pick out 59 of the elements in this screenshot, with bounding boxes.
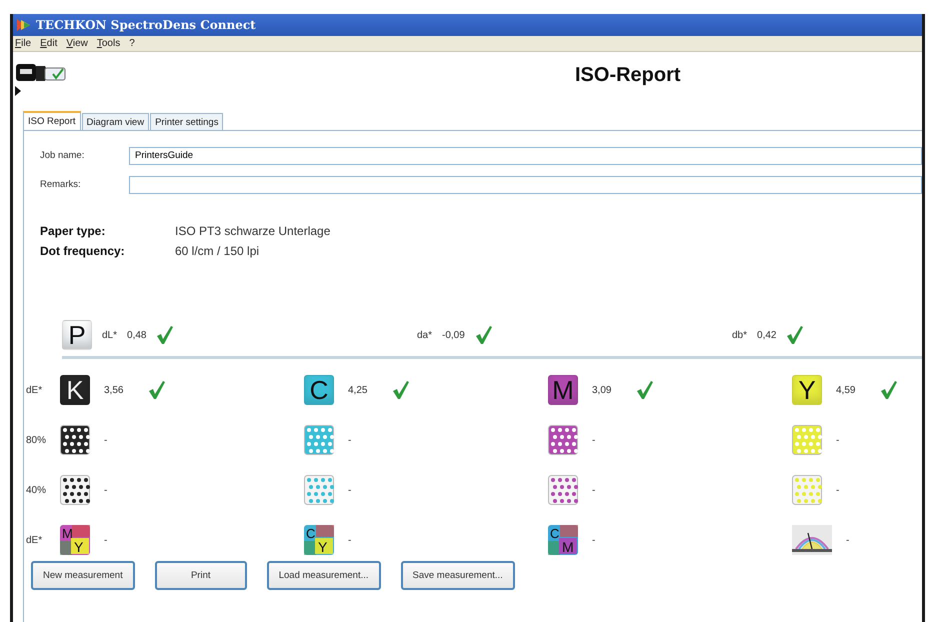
tab[interactable]: Diagram view: [82, 113, 150, 130]
measurement-value: -: [835, 484, 840, 496]
measurement-value: -: [835, 434, 840, 446]
action-button[interactable]: New measurement: [31, 561, 135, 590]
menu-item[interactable]: File: [15, 38, 32, 49]
measurement-value: -: [103, 484, 108, 496]
info-value: ISO PT3 schwarze Unterlage: [175, 224, 332, 238]
menu-item[interactable]: ?: [129, 38, 135, 49]
tab[interactable]: ISO Report: [23, 111, 81, 130]
ink-swatch: C: [304, 375, 334, 405]
measurement-value: -: [347, 434, 352, 446]
window-title: TECHKON SpectroDens Connect: [36, 18, 256, 32]
measurement-value: 3,56: [103, 384, 124, 396]
measurement-value: -: [347, 534, 352, 546]
field-label: Remarks:: [39, 179, 82, 190]
app-logo-icon: [17, 19, 31, 31]
gauge-icon: [792, 525, 832, 555]
overprint-swatch-icon: C Y: [304, 525, 334, 555]
info-label: Paper type:: [40, 224, 106, 238]
measurement-value: 3,09: [591, 384, 612, 396]
action-button[interactable]: Load measurement...: [266, 561, 381, 590]
measurement-label: dL*: [102, 330, 118, 340]
info-label: Dot frequency:: [40, 244, 126, 258]
ink-swatch: M: [548, 375, 578, 405]
field-label: Job name:: [39, 150, 86, 161]
measurement-value: 0,42: [757, 330, 776, 340]
measurement-value: -: [591, 484, 596, 496]
paper-swatch: P: [62, 320, 92, 350]
text-field[interactable]: PrintersGuide: [129, 146, 922, 164]
row-label: 80%: [25, 434, 48, 446]
measurement-value: -: [103, 534, 108, 546]
overprint-swatch-icon: C M: [548, 525, 578, 555]
expand-arrow-icon[interactable]: [15, 86, 21, 96]
ink-swatch: K: [60, 375, 90, 405]
measurement-label: db*: [732, 330, 748, 340]
measurement-value: 4,25: [347, 384, 368, 396]
row-label: dE*: [25, 384, 44, 396]
menu-item[interactable]: Edit: [40, 38, 58, 49]
measurement-value: 0,48: [127, 330, 146, 340]
measurement-label: da*: [417, 330, 432, 340]
measurement-value: -: [347, 484, 352, 496]
device-drawing: [15, 62, 67, 84]
measurement-value: -: [591, 534, 596, 546]
tab[interactable]: Printer settings: [150, 113, 224, 130]
measurement-value: -: [845, 534, 850, 546]
report-title: ISO-Report: [575, 64, 681, 87]
row-label: 40%: [25, 484, 48, 496]
measurement-value: 4,59: [835, 384, 856, 396]
measurement-value: -0,09: [442, 330, 465, 340]
menu-item[interactable]: View: [66, 38, 88, 49]
measurement-value: -: [103, 434, 108, 446]
ink-swatch: Y: [792, 375, 822, 405]
action-button[interactable]: Save measurement...: [400, 561, 515, 590]
action-button[interactable]: Print: [154, 561, 247, 590]
menu-item[interactable]: Tools: [96, 38, 120, 49]
measurement-value: -: [591, 434, 596, 446]
overprint-swatch-icon: M Y: [60, 525, 90, 555]
info-value: 60 l/cm / 150 lpi: [175, 244, 260, 258]
row-label: dE*: [25, 534, 44, 546]
